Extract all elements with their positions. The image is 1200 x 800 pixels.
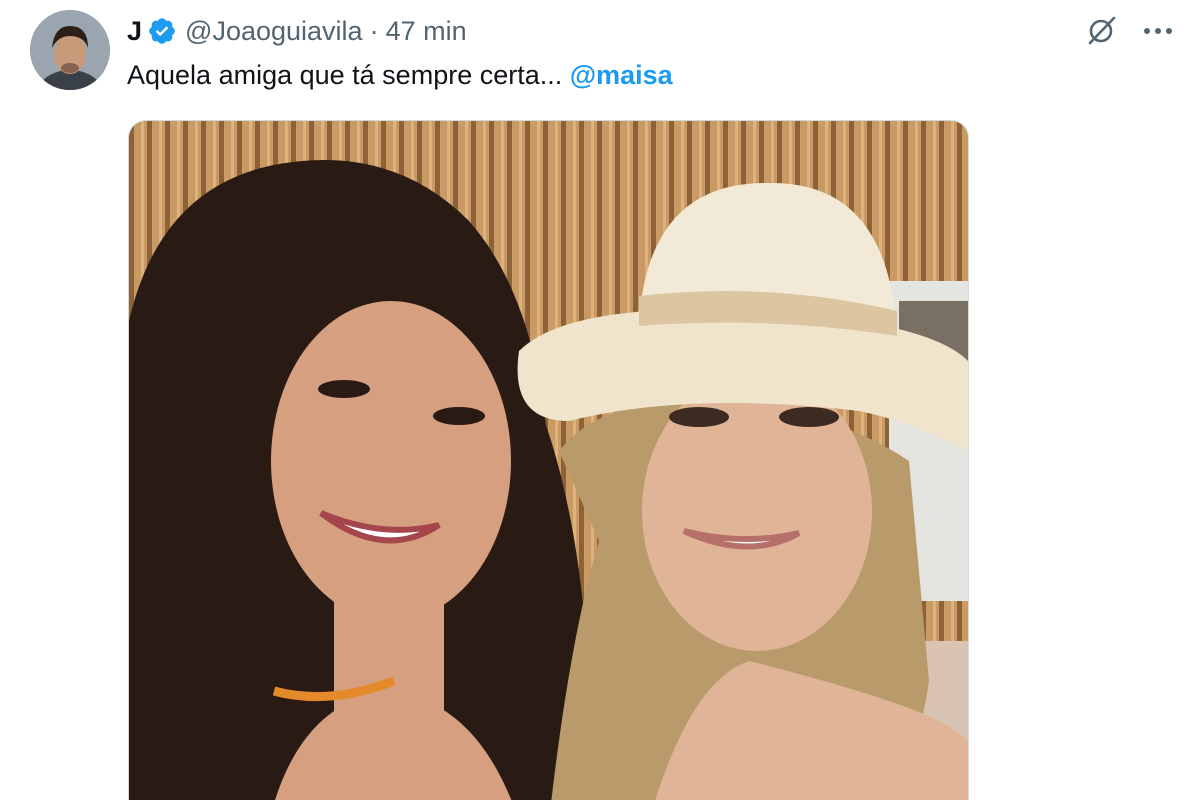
author-display-name[interactable]: J: [127, 13, 142, 49]
photo-selfie-two-women: [129, 121, 968, 800]
grok-icon: [1085, 13, 1119, 52]
tweet-photo[interactable]: [128, 120, 969, 800]
tweet-text-body: Aquela amiga que tá sempre certa...: [127, 60, 570, 90]
author-avatar[interactable]: [30, 10, 110, 90]
mention-link[interactable]: @maisa: [570, 60, 673, 90]
author-handle[interactable]: @Joaoguiavila: [185, 13, 363, 49]
grok-button[interactable]: [1080, 12, 1124, 52]
tweet-actions: [1068, 12, 1180, 52]
tweet-text: Aquela amiga que tá sempre certa... @mai…: [127, 57, 673, 93]
tweet-timestamp[interactable]: 47 min: [386, 13, 467, 49]
tweet[interactable]: J @Joaoguiavila · 47 min Aquela amiga qu…: [0, 0, 1200, 800]
tweet-header: J @Joaoguiavila · 47 min: [127, 13, 467, 49]
more-options-button[interactable]: [1136, 12, 1180, 52]
more-options-icon: [1141, 23, 1175, 41]
verified-badge-icon: [147, 16, 177, 46]
separator-dot: ·: [369, 16, 379, 46]
